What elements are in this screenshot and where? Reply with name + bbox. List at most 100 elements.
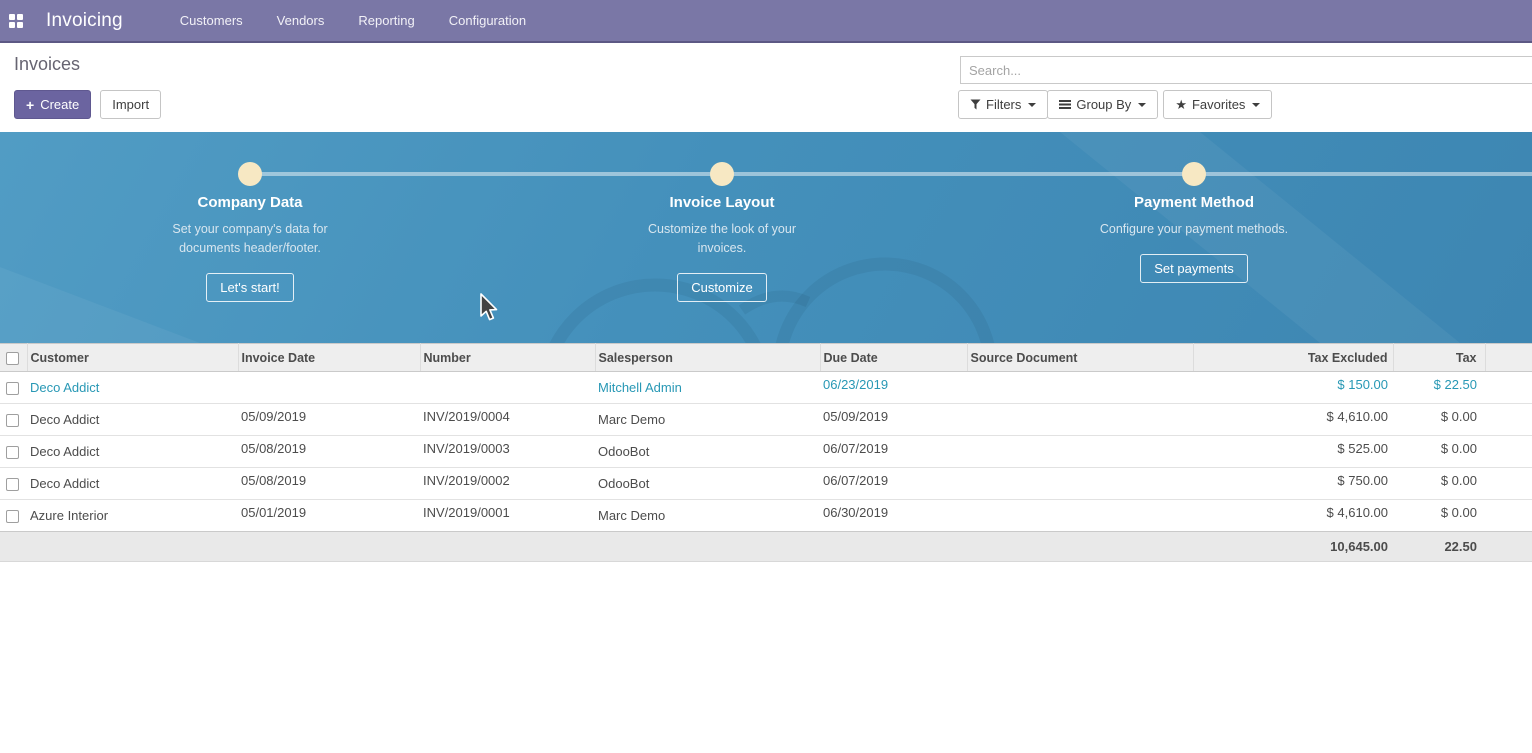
invoice-row[interactable]: Deco Addict 05/08/2019 INV/2019/0003 Odo… <box>0 436 1532 468</box>
cell-source-document[interactable] <box>967 436 1193 468</box>
step-title: Invoice Layout <box>582 194 862 211</box>
column-header-salesperson[interactable]: Salesperson <box>595 344 820 372</box>
row-select-cell <box>0 436 27 468</box>
onboarding-progress-line <box>250 172 1532 176</box>
filter-funnel-icon <box>970 99 981 110</box>
column-header-source-document[interactable]: Source Document <box>967 344 1193 372</box>
header-row: Customer Invoice Date Number Salesperson… <box>0 344 1532 372</box>
cell-invoice-date[interactable]: 05/09/2019 <box>238 404 420 436</box>
create-button-label: Create <box>40 97 79 112</box>
row-select-cell <box>0 500 27 532</box>
cell-tax-excluded[interactable]: $ 525.00 <box>1193 436 1393 468</box>
cell-salesperson[interactable]: Marc Demo <box>595 500 820 532</box>
column-header-number[interactable]: Number <box>420 344 595 372</box>
cell-source-document[interactable] <box>967 468 1193 500</box>
column-header-spacer <box>1485 344 1532 372</box>
cell-number[interactable] <box>420 372 595 404</box>
cell-customer[interactable]: Deco Addict <box>27 436 238 468</box>
cell-customer[interactable]: Azure Interior <box>27 500 238 532</box>
row-select-cell <box>0 468 27 500</box>
cell-customer[interactable]: Deco Addict <box>27 372 238 404</box>
step-title: Payment Method <box>1054 194 1334 211</box>
cell-number[interactable]: INV/2019/0001 <box>420 500 595 532</box>
onboarding-step-invoice-layout: Invoice Layout Customize the look of you… <box>582 194 862 302</box>
totals-row: 10,645.00 22.50 <box>0 532 1532 562</box>
cell-customer[interactable]: Deco Addict <box>27 404 238 436</box>
group-by-button-label: Group By <box>1076 97 1131 112</box>
favorites-button[interactable]: ★ Favorites <box>1163 90 1272 119</box>
row-checkbox[interactable] <box>6 446 19 459</box>
app-brand[interactable]: Invoicing <box>46 10 123 32</box>
row-checkbox[interactable] <box>6 414 19 427</box>
column-header-tax[interactable]: Tax <box>1393 344 1485 372</box>
menu-vendors[interactable]: Vendors <box>277 13 325 28</box>
favorites-button-label: Favorites <box>1192 97 1245 112</box>
cell-number[interactable]: INV/2019/0003 <box>420 436 595 468</box>
invoice-row[interactable]: Azure Interior 05/01/2019 INV/2019/0001 … <box>0 500 1532 532</box>
cell-due-date[interactable]: 06/07/2019 <box>820 436 967 468</box>
step-description: Customize the look of your invoices. <box>624 220 820 258</box>
column-header-due-date[interactable]: Due Date <box>820 344 967 372</box>
cell-tax-excluded[interactable]: $ 750.00 <box>1193 468 1393 500</box>
row-checkbox[interactable] <box>6 382 19 395</box>
row-checkbox[interactable] <box>6 510 19 523</box>
search-input[interactable] <box>960 56 1532 84</box>
filters-button[interactable]: Filters <box>958 90 1048 119</box>
cell-tax-excluded[interactable]: $ 150.00 <box>1193 372 1393 404</box>
customize-button[interactable]: Customize <box>677 273 766 302</box>
select-all-checkbox[interactable] <box>6 352 19 365</box>
cell-tax-excluded[interactable]: $ 4,610.00 <box>1193 404 1393 436</box>
cell-due-date[interactable]: 06/23/2019 <box>820 372 967 404</box>
column-header-tax-excluded[interactable]: Tax Excluded <box>1193 344 1393 372</box>
row-checkbox[interactable] <box>6 478 19 491</box>
cell-tax[interactable]: $ 0.00 <box>1393 500 1485 532</box>
cell-due-date[interactable]: 06/30/2019 <box>820 500 967 532</box>
cell-tax[interactable]: $ 0.00 <box>1393 436 1485 468</box>
create-button[interactable]: + Create <box>14 90 91 119</box>
apps-menu-icon[interactable] <box>9 14 23 28</box>
cell-invoice-date[interactable]: 05/08/2019 <box>238 436 420 468</box>
chevron-down-icon <box>1252 103 1260 107</box>
cell-salesperson[interactable]: Marc Demo <box>595 404 820 436</box>
cell-tax[interactable]: $ 22.50 <box>1393 372 1485 404</box>
invoice-row[interactable]: Deco Addict 05/09/2019 INV/2019/0004 Mar… <box>0 404 1532 436</box>
cell-salesperson[interactable]: OdooBot <box>595 468 820 500</box>
cell-salesperson[interactable]: Mitchell Admin <box>595 372 820 404</box>
cell-number[interactable]: INV/2019/0004 <box>420 404 595 436</box>
cell-tax-excluded[interactable]: $ 4,610.00 <box>1193 500 1393 532</box>
cell-number[interactable]: INV/2019/0002 <box>420 468 595 500</box>
cell-due-date[interactable]: 05/09/2019 <box>820 404 967 436</box>
menu-customers[interactable]: Customers <box>180 13 243 28</box>
cell-invoice-date[interactable]: 05/01/2019 <box>238 500 420 532</box>
cell-salesperson[interactable]: OdooBot <box>595 436 820 468</box>
cell-source-document[interactable] <box>967 372 1193 404</box>
total-tax: 22.50 <box>1393 532 1485 562</box>
main-menu: Customers Vendors Reporting Configuratio… <box>180 13 526 28</box>
cell-invoice-date[interactable]: 05/08/2019 <box>238 468 420 500</box>
menu-configuration[interactable]: Configuration <box>449 13 526 28</box>
step-description: Configure your payment methods. <box>1064 220 1324 239</box>
group-by-button[interactable]: Group By <box>1047 90 1158 119</box>
cell-spacer <box>1485 468 1532 500</box>
select-all-cell <box>0 344 27 372</box>
action-buttons: + Create Import <box>14 90 161 119</box>
invoice-row[interactable]: Deco Addict 05/08/2019 INV/2019/0002 Odo… <box>0 468 1532 500</box>
cell-source-document[interactable] <box>967 404 1193 436</box>
top-navbar: Invoicing Customers Vendors Reporting Co… <box>0 0 1532 43</box>
cell-due-date[interactable]: 06/07/2019 <box>820 468 967 500</box>
cell-source-document[interactable] <box>967 500 1193 532</box>
column-header-invoice-date[interactable]: Invoice Date <box>238 344 420 372</box>
menu-reporting[interactable]: Reporting <box>358 13 414 28</box>
step-description: Set your company's data for documents he… <box>144 220 356 258</box>
set-payments-button[interactable]: Set payments <box>1140 254 1248 283</box>
invoice-row[interactable]: Deco Addict Mitchell Admin 06/23/2019 $ … <box>0 372 1532 404</box>
invoice-list: Customer Invoice Date Number Salesperson… <box>0 343 1532 562</box>
cell-tax[interactable]: $ 0.00 <box>1393 404 1485 436</box>
lets-start-button[interactable]: Let's start! <box>206 273 294 302</box>
import-button[interactable]: Import <box>100 90 161 119</box>
cell-customer[interactable]: Deco Addict <box>27 468 238 500</box>
cell-invoice-date[interactable] <box>238 372 420 404</box>
cell-spacer <box>1485 404 1532 436</box>
cell-tax[interactable]: $ 0.00 <box>1393 468 1485 500</box>
column-header-customer[interactable]: Customer <box>27 344 238 372</box>
